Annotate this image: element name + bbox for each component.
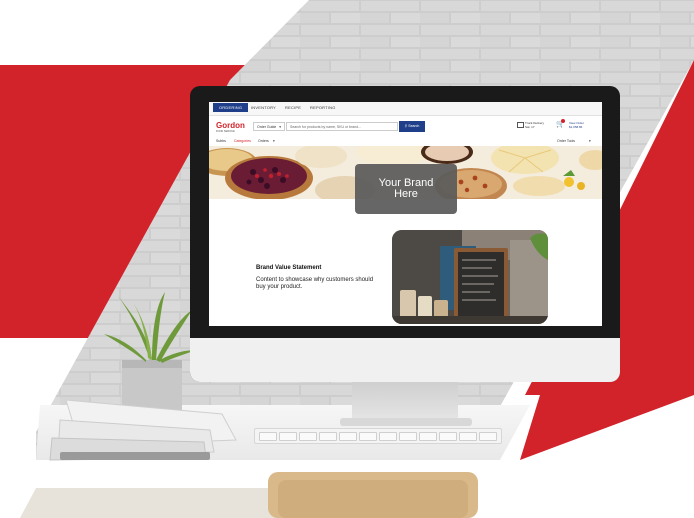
keyboard-key	[279, 432, 297, 441]
chevron-down-icon: ▾	[589, 139, 591, 143]
keyboard-key	[419, 432, 437, 441]
monitor-stand-neck	[352, 382, 458, 422]
keyboard-key	[399, 432, 417, 441]
search-input[interactable]: Search for products by name, SKU or bran…	[286, 122, 398, 131]
delivery-info[interactable]: Truck Delivery Sat, 17	[517, 121, 544, 129]
view-order-button[interactable]: View Order $1,058.86	[569, 121, 584, 129]
keyboard-key	[339, 432, 357, 441]
app-header: Gordon FOOD SERVICE Order Guide ▾ Search…	[209, 116, 602, 138]
tab-ordering[interactable]: ORDERING	[213, 103, 249, 112]
truck-icon	[517, 122, 524, 128]
brand-value-title: Brand Value Statement	[256, 265, 322, 271]
logo-subtitle: FOOD SERVICE	[216, 130, 235, 133]
delivery-line2: Sat, 17	[525, 125, 535, 129]
subnav-item-orders[interactable]: Orders	[258, 139, 269, 143]
monitor-chin	[190, 338, 620, 382]
gordon-logo[interactable]: Gordon	[216, 121, 245, 130]
search-button-label: Search	[408, 124, 420, 128]
tablet	[60, 452, 210, 460]
keyboard-key	[319, 432, 337, 441]
tab-reporting[interactable]: REPORTING	[310, 105, 336, 110]
keyboard-key	[459, 432, 477, 441]
keyboard-key	[379, 432, 397, 441]
subnav-item-categories[interactable]: Categories	[234, 139, 251, 143]
order-guide-dropdown[interactable]: Order Guide ▾	[253, 122, 285, 131]
top-nav: ORDERING INVENTORY RECIPE REPORTING	[209, 102, 602, 116]
search-icon: ⚲	[404, 124, 408, 128]
brand-placeholder-box: Your Brand Here	[355, 164, 457, 214]
keyboard-key	[439, 432, 457, 441]
keyboard	[254, 428, 502, 444]
tab-inventory[interactable]: INVENTORY	[251, 105, 276, 110]
monitor-screen: ORDERING INVENTORY RECIPE REPORTING Gord…	[209, 102, 602, 326]
chevron-down-icon: ▾	[273, 139, 275, 143]
brand-value-body: Content to showcase why customers should…	[256, 277, 374, 290]
order-total: $1,058.86	[569, 125, 583, 129]
keyboard-key	[299, 432, 317, 441]
cart-badge	[561, 119, 565, 123]
search-button[interactable]: ⚲ Search	[399, 121, 425, 132]
keyboard-key	[359, 432, 377, 441]
search-placeholder: Search for products by name, SKU or bran…	[290, 125, 362, 129]
tab-recipe[interactable]: RECIPE	[285, 105, 301, 110]
brand-placeholder-line2: Here	[394, 188, 418, 200]
keyboard-key	[259, 432, 277, 441]
subnav-item-subbs[interactable]: Subbs	[216, 139, 226, 143]
coffee-shop-image	[392, 230, 548, 324]
monitor-stand-base	[340, 418, 472, 426]
subnav-order-tools[interactable]: Order Tools	[557, 139, 575, 143]
chevron-down-icon: ▾	[279, 125, 281, 129]
order-guide-label: Order Guide	[257, 125, 277, 129]
keyboard-key	[479, 432, 497, 441]
sub-navigation: Subbs Categories Orders ▾ Order Tools ▾	[209, 138, 602, 146]
coffee-shop-illustration	[392, 230, 548, 324]
